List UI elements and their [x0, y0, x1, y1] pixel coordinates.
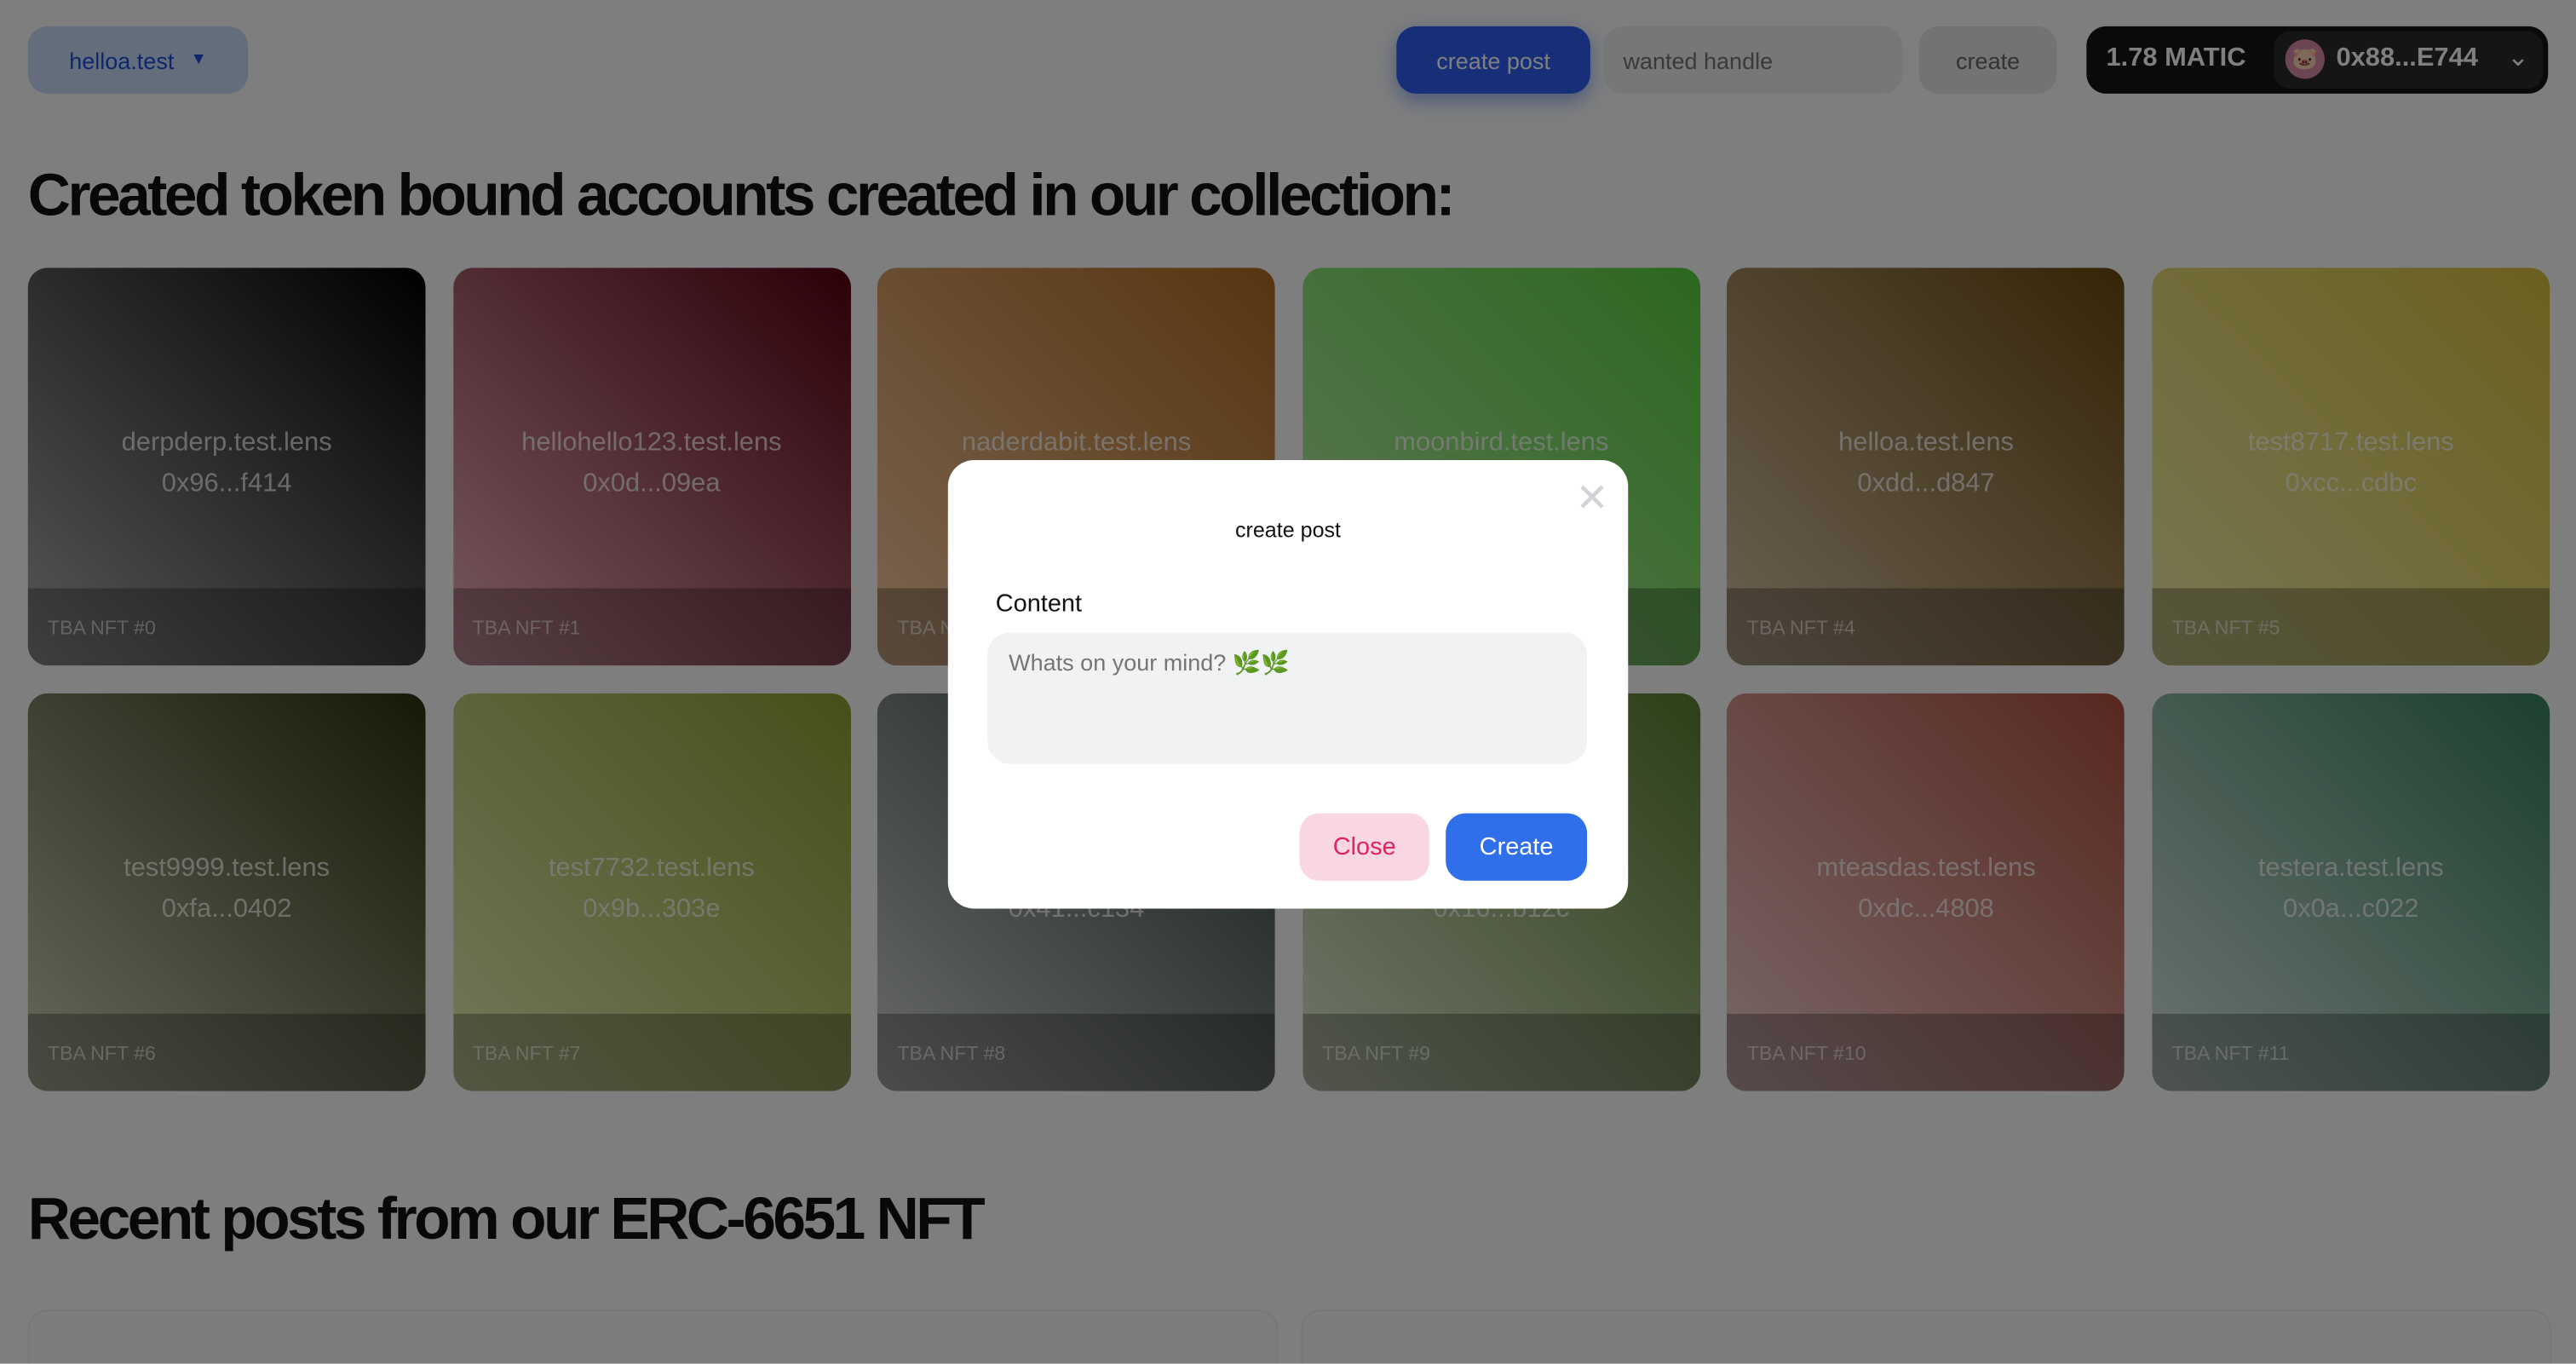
- create-post-modal: ✕ create post Content Close Create: [947, 460, 1629, 909]
- content-label: Content: [995, 590, 1083, 619]
- close-icon[interactable]: ✕: [1576, 479, 1609, 519]
- create-button[interactable]: Create: [1446, 813, 1588, 881]
- close-button[interactable]: Close: [1299, 813, 1429, 881]
- modal-title: create post: [1234, 517, 1342, 543]
- content-textarea[interactable]: [987, 632, 1588, 764]
- app: helloa.test ▼ create post create 1.78 MA…: [0, 0, 2576, 1364]
